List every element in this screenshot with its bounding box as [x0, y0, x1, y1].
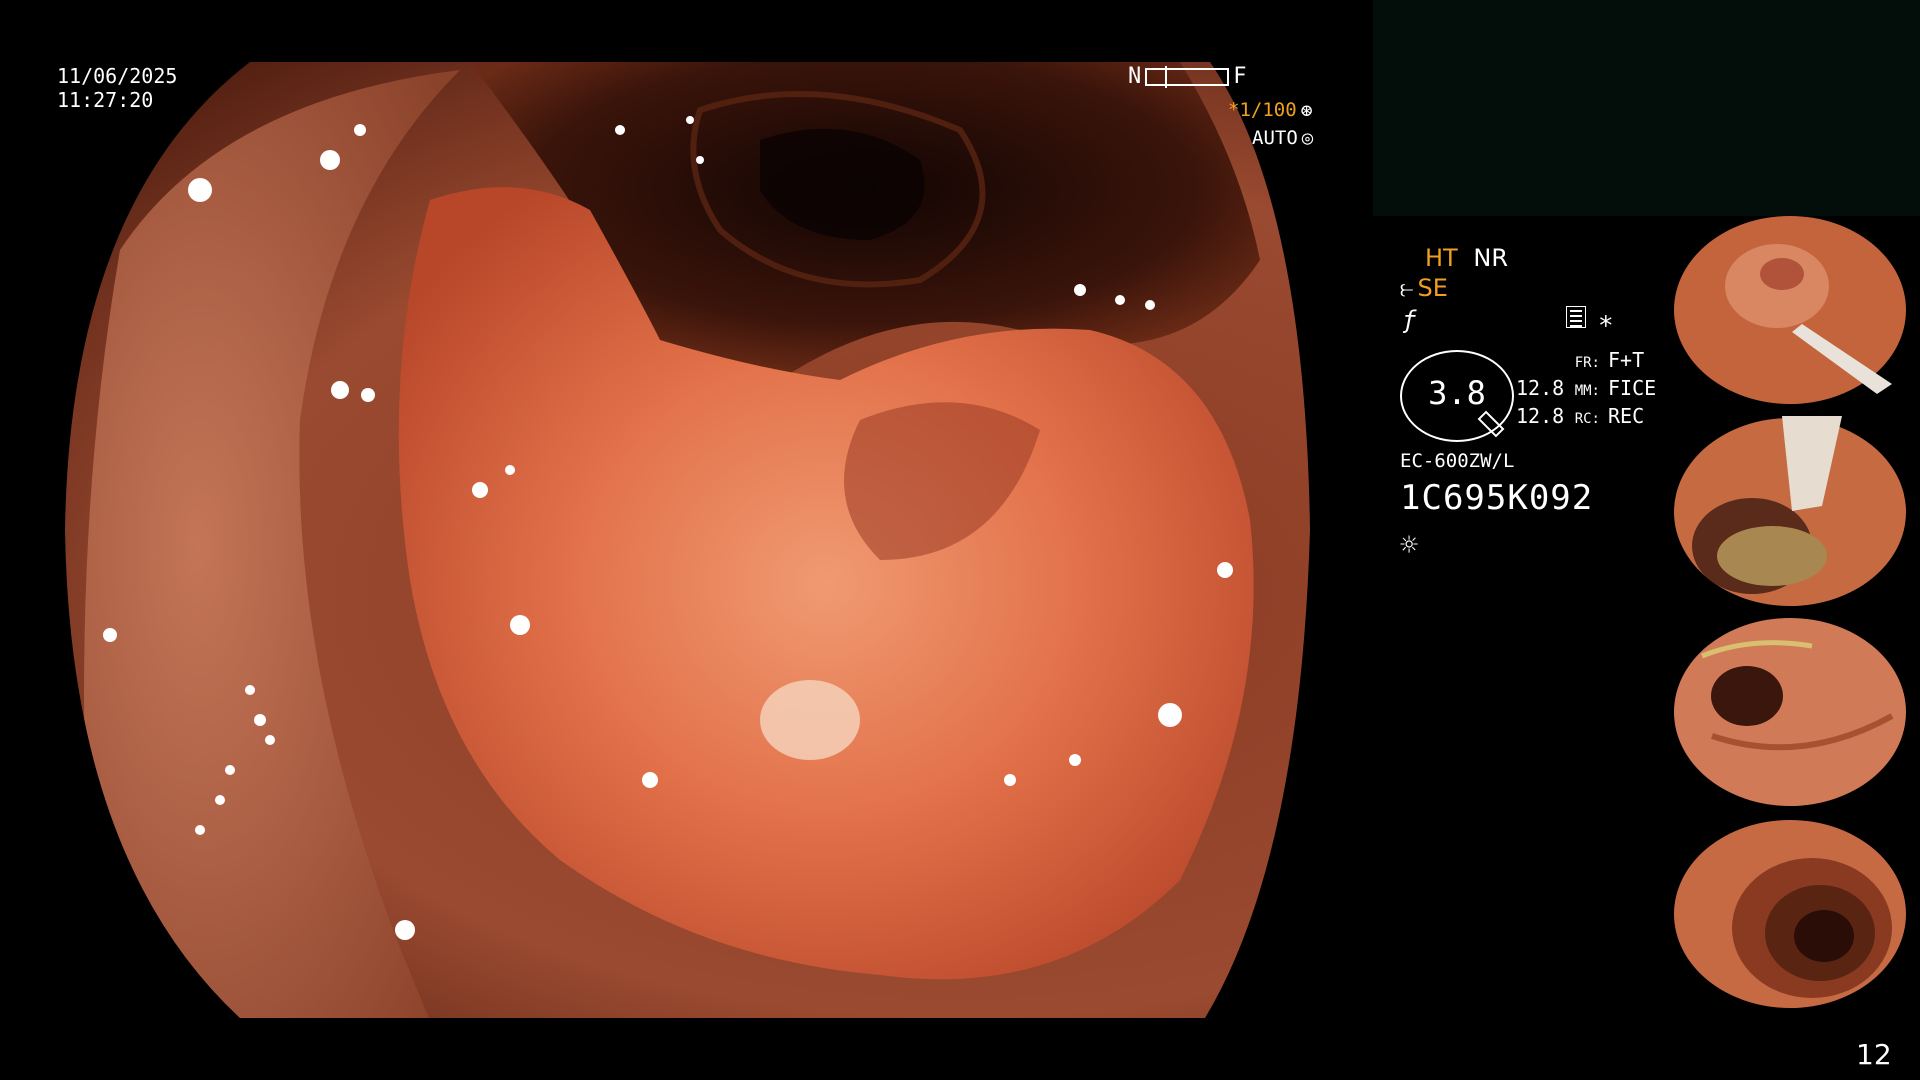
readout-key: MM:: [1574, 383, 1600, 399]
readout-key: RC:: [1574, 411, 1600, 427]
menu-icon: [1566, 306, 1586, 328]
captured-thumbnail[interactable]: [1672, 214, 1920, 410]
enhance-icon: ⥼: [1400, 274, 1414, 302]
near-far-scale: N F: [1128, 64, 1247, 89]
info-box: [1373, 0, 1920, 216]
time-text: 11:27:20: [57, 88, 154, 112]
readout-number: 12.8: [1516, 376, 1565, 400]
readout-value: F+T: [1608, 348, 1645, 372]
scale-bar: [1145, 65, 1230, 88]
light-icon: ☼: [1400, 528, 1419, 563]
structure-enhance-flag: ⥼ SE: [1400, 274, 1448, 302]
readout-number: 12.8: [1516, 404, 1565, 428]
zoom-value: 3.8: [1428, 374, 1486, 412]
scope-model: EC-600ZW/L: [1400, 450, 1515, 472]
captured-thumbnail[interactable]: [1672, 416, 1920, 612]
ht-flag: HT: [1425, 244, 1458, 272]
mode-readouts: FR: F+T 12.8 MM: FICE 12.8 RC: REC: [1516, 348, 1656, 432]
aperture-icon: ⊛: [1300, 98, 1313, 122]
readout-value: REC: [1608, 404, 1645, 428]
date-text: 11/06/2025: [57, 64, 178, 88]
iris-icon: ◎: [1301, 127, 1314, 149]
readout-row: FR: F+T: [1516, 348, 1656, 376]
iris-mode-text: AUTO: [1252, 127, 1298, 149]
iris-mode-readout: AUTO ◎: [1252, 127, 1313, 149]
captured-thumbnail[interactable]: [1672, 818, 1920, 1014]
shutter-readout: *1/100 ⊛: [1228, 98, 1313, 122]
scope-serial: 1C695K092: [1400, 478, 1594, 518]
function-icon: ƒ: [1402, 306, 1417, 334]
scale-far-label: F: [1233, 64, 1247, 89]
asterisk-icon: ∗: [1598, 306, 1614, 336]
scale-near-label: N: [1128, 64, 1142, 89]
page-number: 12: [1856, 1038, 1892, 1071]
readout-key: FR:: [1574, 355, 1600, 371]
shutter-text: *1/100: [1228, 99, 1297, 121]
readout-value: FICE: [1608, 376, 1657, 400]
readout-row: 12.8 MM: FICE: [1516, 376, 1656, 404]
se-flag: SE: [1417, 274, 1448, 302]
captured-thumbnail[interactable]: [1672, 616, 1920, 812]
readout-row: 12.8 RC: REC: [1516, 404, 1656, 432]
nr-flag: NR: [1473, 244, 1508, 272]
datetime-stamp: 11/06/2025 11:27:20: [57, 64, 177, 112]
processing-flags: HT NR: [1425, 244, 1508, 272]
